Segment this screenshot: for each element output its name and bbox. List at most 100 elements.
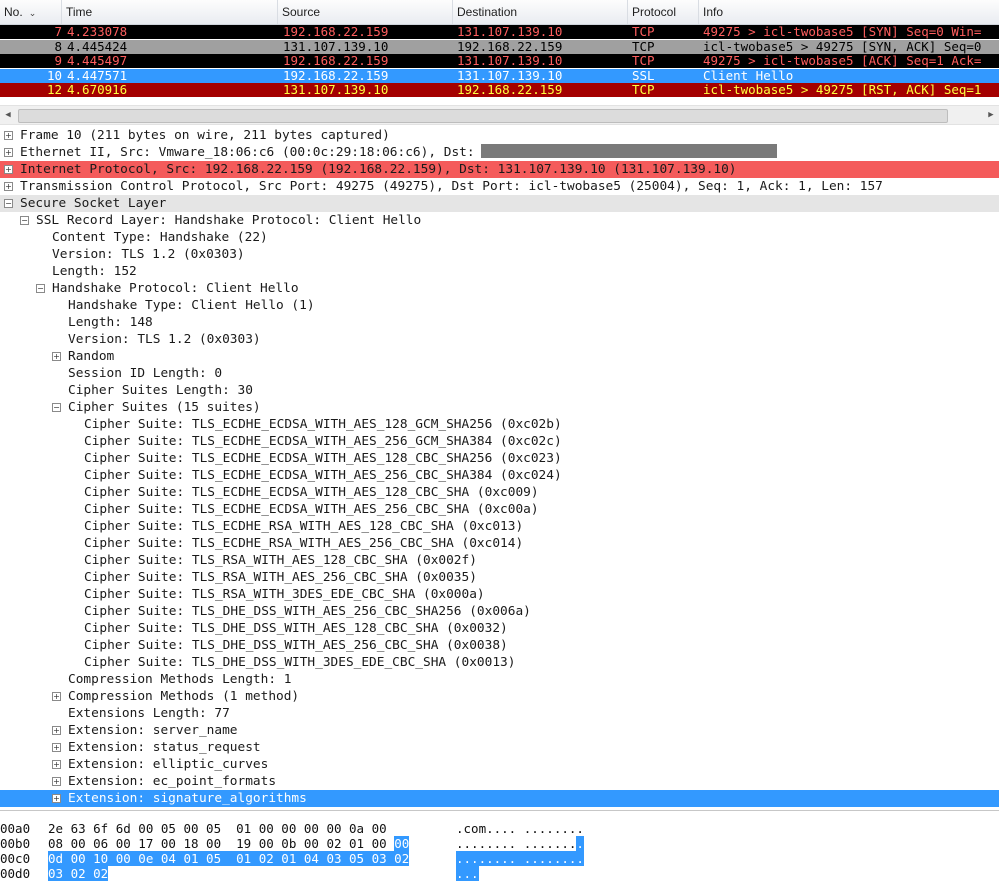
detail-node-label: Handshake Protocol: Client Hello: [52, 281, 299, 296]
collapse-icon[interactable]: −: [4, 199, 13, 208]
column-header-destination[interactable]: Destination: [453, 0, 628, 24]
detail-node[interactable]: Cipher Suite: TLS_ECDHE_ECDSA_WITH_AES_2…: [0, 433, 999, 450]
packet-time-cell: 4.233078: [67, 25, 128, 39]
packet-row[interactable]: 10 4.447571 192.168.22.159 131.107.139.10 SS…: [0, 68, 999, 83]
scroll-left-icon[interactable]: ◀: [0, 106, 16, 124]
hex-ascii-plain: ........ .......: [456, 836, 577, 851]
detail-node[interactable]: Cipher Suite: TLS_DHE_DSS_WITH_3DES_EDE_…: [0, 654, 999, 671]
expand-icon[interactable]: +: [52, 760, 61, 769]
packet-info-cell: icl-twobase5 > 49275 [SYN, ACK] Seq=0: [703, 39, 982, 54]
packet-row[interactable]: 8 4.445424 131.107.139.10 192.168.22.159 TCP…: [0, 39, 999, 54]
packet-destination-cell: 192.168.22.159: [457, 39, 563, 54]
detail-node[interactable]: Length: 148: [0, 314, 999, 331]
detail-node-label: Cipher Suite: TLS_ECDHE_ECDSA_WITH_AES_2…: [84, 502, 539, 517]
detail-node[interactable]: − Cipher Suites (15 suites): [0, 399, 999, 416]
detail-node[interactable]: Cipher Suite: TLS_ECDHE_RSA_WITH_AES_256…: [0, 535, 999, 552]
packet-row[interactable]: 7 4.233078 192.168.22.159 131.107.139.10 TCP…: [0, 25, 999, 39]
detail-node[interactable]: − Handshake Protocol: Client Hello: [0, 280, 999, 297]
detail-node[interactable]: Version: TLS 1.2 (0x0303): [0, 331, 999, 348]
detail-node[interactable]: + Random: [0, 348, 999, 365]
detail-node[interactable]: + Internet Protocol, Src: 192.168.22.159 …: [0, 161, 999, 178]
hex-row[interactable]: 00c0 0d 00 10 00 0e 04 01 05 01 02 01 04 …: [0, 851, 999, 866]
detail-node[interactable]: + Extension: status_request: [0, 739, 999, 756]
detail-node-label: Cipher Suite: TLS_ECDHE_ECDSA_WITH_AES_2…: [84, 468, 562, 483]
detail-node[interactable]: Cipher Suite: TLS_DHE_DSS_WITH_AES_256_C…: [0, 637, 999, 654]
detail-node[interactable]: Cipher Suite: TLS_ECDHE_RSA_WITH_AES_128…: [0, 518, 999, 535]
scroll-right-icon[interactable]: ▶: [983, 106, 999, 124]
packet-source-cell: 131.107.139.10: [283, 39, 389, 54]
detail-node[interactable]: + Compression Methods (1 method): [0, 688, 999, 705]
expand-icon[interactable]: +: [4, 182, 13, 191]
detail-node[interactable]: Cipher Suite: TLS_ECDHE_ECDSA_WITH_AES_1…: [0, 416, 999, 433]
detail-node[interactable]: Extensions Length: 77: [0, 705, 999, 722]
packet-protocol-cell: TCP: [632, 39, 655, 54]
detail-node[interactable]: Compression Methods Length: 1: [0, 671, 999, 688]
packet-source-cell: 131.107.139.10: [283, 83, 389, 97]
column-header-info[interactable]: Info: [699, 0, 999, 24]
detail-node-label: Session ID Length: 0: [68, 366, 223, 381]
expand-icon[interactable]: +: [52, 743, 61, 752]
detail-node[interactable]: Length: 152: [0, 263, 999, 280]
packet-destination-cell: 131.107.139.10: [457, 68, 563, 83]
detail-node[interactable]: Cipher Suite: TLS_ECDHE_ECDSA_WITH_AES_2…: [0, 467, 999, 484]
packet-info-cell: 49275 > icl-twobase5 [ACK] Seq=1 Ack=: [703, 54, 982, 68]
detail-node[interactable]: + Extension: elliptic_curves: [0, 756, 999, 773]
detail-node-label: Extension: signature_algorithms: [68, 791, 307, 806]
expand-icon[interactable]: +: [52, 794, 61, 803]
detail-node[interactable]: Cipher Suite: TLS_ECDHE_ECDSA_WITH_AES_1…: [0, 484, 999, 501]
hex-row[interactable]: 00d0 03 02 02...: [0, 866, 999, 881]
detail-node-label: Length: 148: [68, 315, 153, 330]
detail-node[interactable]: Cipher Suite: TLS_RSA_WITH_AES_128_CBC_S…: [0, 552, 999, 569]
detail-node[interactable]: + Transmission Control Protocol, Src Port…: [0, 178, 999, 195]
detail-node[interactable]: Cipher Suite: TLS_DHE_DSS_WITH_AES_256_C…: [0, 603, 999, 620]
packet-info-cell: 49275 > icl-twobase5 [SYN] Seq=0 Win=: [703, 25, 982, 39]
scrollbar-thumb[interactable]: [18, 109, 948, 123]
detail-node[interactable]: Cipher Suite: TLS_RSA_WITH_AES_256_CBC_S…: [0, 569, 999, 586]
detail-node[interactable]: + Extension: server_name: [0, 722, 999, 739]
detail-node[interactable]: + Extension: ec_point_formats: [0, 773, 999, 790]
expand-icon[interactable]: +: [4, 131, 13, 140]
collapse-icon[interactable]: −: [52, 403, 61, 412]
hex-row[interactable]: 00a0 2e 63 6f 6d 00 05 00 05 01 00 00 00 …: [0, 821, 999, 836]
detail-node[interactable]: + Ethernet II, Src: Vmware_18:06:c6 (00:0…: [0, 144, 999, 161]
detail-node[interactable]: Content Type: Handshake (22): [0, 229, 999, 246]
column-header-no[interactable]: No. ⌄: [0, 0, 62, 24]
detail-node[interactable]: Cipher Suite: TLS_ECDHE_ECDSA_WITH_AES_1…: [0, 450, 999, 467]
packet-time-cell: 4.445424: [67, 39, 128, 54]
detail-node[interactable]: − SSL Record Layer: Handshake Protocol: C…: [0, 212, 999, 229]
packet-list-scrollbar[interactable]: ◀ ▶: [0, 105, 999, 125]
expand-icon[interactable]: +: [4, 165, 13, 174]
packet-no-cell: 7: [54, 25, 62, 39]
expand-icon[interactable]: +: [4, 148, 13, 157]
detail-node[interactable]: + Extension: signature_algorithms: [0, 790, 999, 807]
detail-node[interactable]: Cipher Suites Length: 30: [0, 382, 999, 399]
detail-node-label: Length: 152: [52, 264, 137, 279]
packet-row[interactable]: 12 4.670916 131.107.139.10 192.168.22.159 TC…: [0, 83, 999, 97]
detail-node[interactable]: Handshake Type: Client Hello (1): [0, 297, 999, 314]
expand-icon[interactable]: +: [52, 726, 61, 735]
hex-bytes: 08 00 06 00 17 00 18 00 19 00 0b 00 02 0…: [48, 836, 410, 851]
collapse-icon[interactable]: −: [36, 284, 45, 293]
expand-icon[interactable]: +: [52, 777, 61, 786]
detail-node[interactable]: Cipher Suite: TLS_RSA_WITH_3DES_EDE_CBC_…: [0, 586, 999, 603]
detail-node-label: Cipher Suite: TLS_ECDHE_RSA_WITH_AES_256…: [84, 536, 524, 551]
detail-node[interactable]: − Secure Socket Layer: [0, 195, 999, 212]
packet-destination-cell: 131.107.139.10: [457, 25, 563, 39]
column-header-time[interactable]: Time: [62, 0, 278, 24]
detail-node[interactable]: Version: TLS 1.2 (0x0303): [0, 246, 999, 263]
detail-node-label: Extension: status_request: [68, 740, 261, 755]
hex-row[interactable]: 00b0 08 00 06 00 17 00 18 00 19 00 0b 00 …: [0, 836, 999, 851]
expand-icon[interactable]: +: [52, 692, 61, 701]
column-header-source[interactable]: Source: [278, 0, 453, 24]
collapse-icon[interactable]: −: [20, 216, 29, 225]
detail-node[interactable]: Cipher Suite: TLS_ECDHE_ECDSA_WITH_AES_2…: [0, 501, 999, 518]
packet-row[interactable]: 9 4.445497 192.168.22.159 131.107.139.10 TCP…: [0, 54, 999, 68]
hex-offset: 00c0: [0, 851, 31, 866]
expand-icon[interactable]: +: [52, 352, 61, 361]
detail-node-label: Extension: ec_point_formats: [68, 774, 277, 789]
detail-node[interactable]: Cipher Suite: TLS_DHE_DSS_WITH_AES_128_C…: [0, 620, 999, 637]
packet-source-cell: 192.168.22.159: [283, 25, 389, 39]
detail-node[interactable]: Session ID Length: 0: [0, 365, 999, 382]
detail-node[interactable]: + Frame 10 (211 bytes on wire, 211 bytes …: [0, 127, 999, 144]
column-header-protocol[interactable]: Protocol: [628, 0, 699, 24]
